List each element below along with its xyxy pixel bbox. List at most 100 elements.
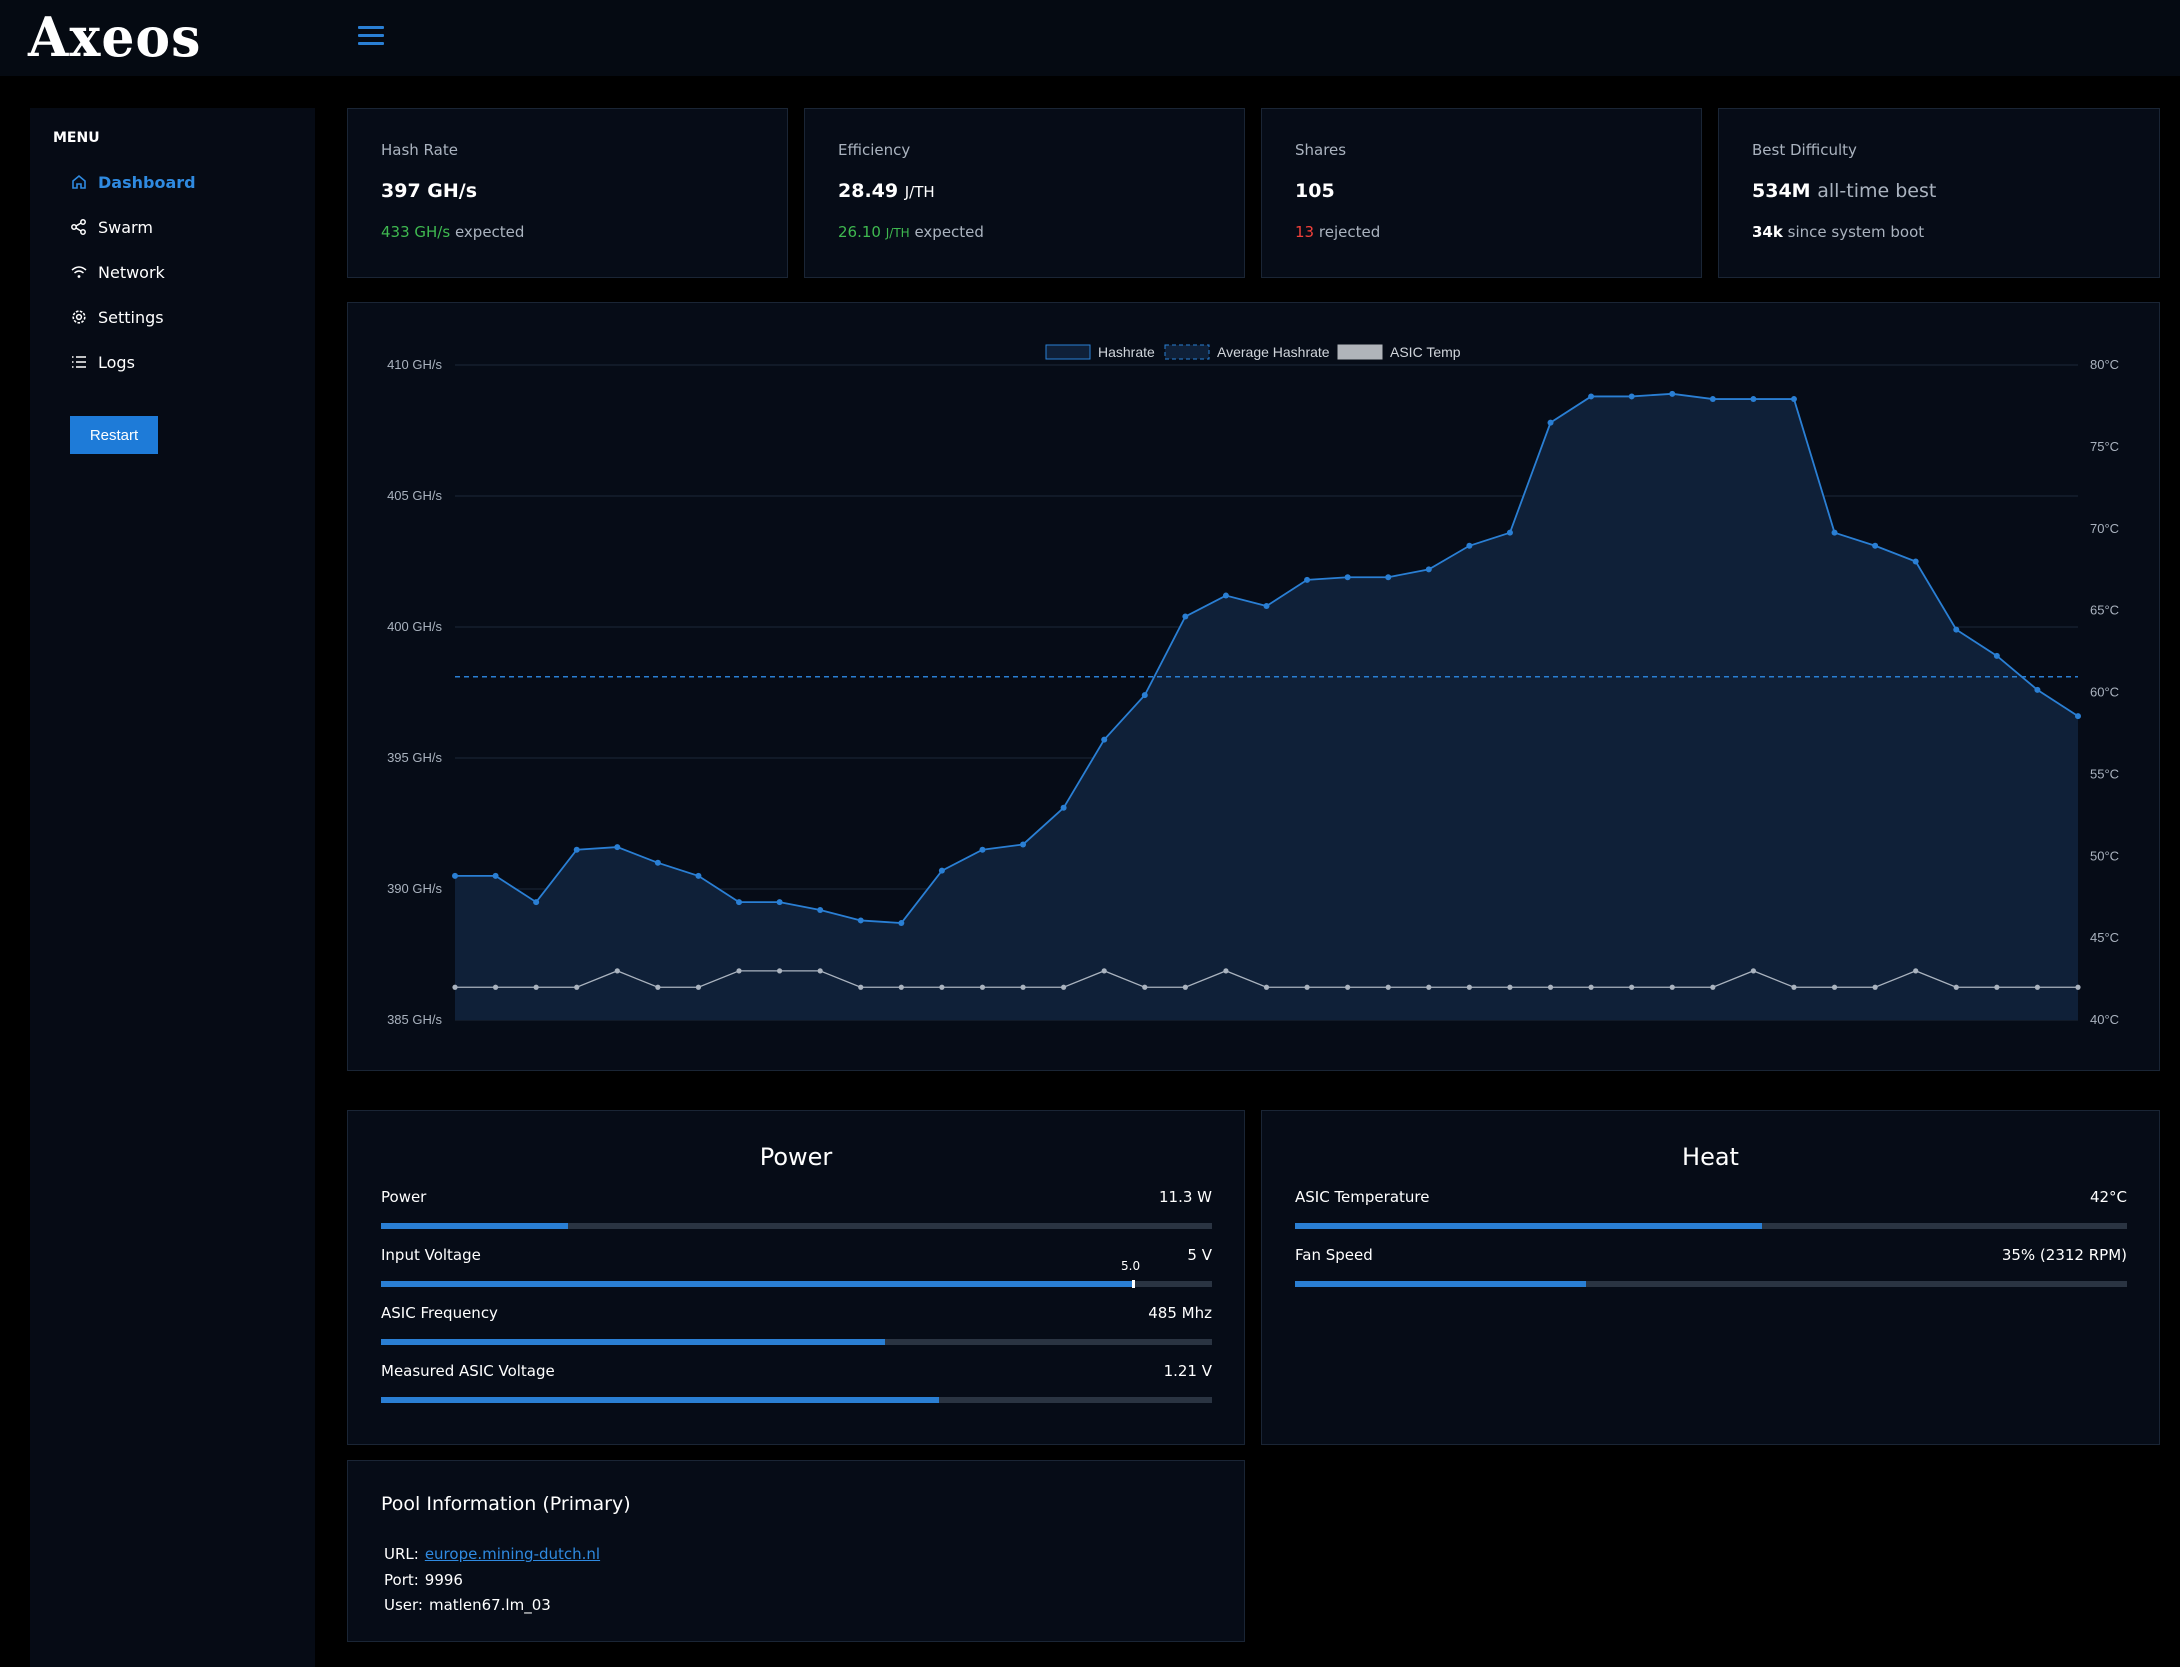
asic-voltage-bar [381,1397,1212,1403]
hashrate-point [1304,576,1311,583]
asic-frequency-value: 485 Mhz [1148,1304,1212,1322]
asic-temp-point [1263,984,1270,990]
hashrate-label: Hash Rate [381,141,458,159]
asic-temp-point [1142,984,1148,990]
asic-temp-point [1791,984,1797,990]
efficiency-value: 28.49 J/TH [838,180,935,202]
legend-swatch-average [1164,344,1210,360]
sidebar-item-swarm[interactable]: Swarm [70,212,153,242]
asic-temperature-bar [1295,1223,2127,1229]
right-axis-tick: 60°C [2090,685,2119,700]
heat-title: Heat [1682,1143,1739,1171]
asic-temp-point [858,984,864,990]
hashrate-value: 397 GH/s [381,180,478,202]
asic-temp-point [1629,984,1635,990]
hashrate-point [1385,574,1392,581]
asic-temp-point [1994,984,2000,990]
asic-temp-point [1953,984,1959,990]
asic-temp-point [939,984,945,990]
input-voltage-label: Input Voltage [381,1246,481,1264]
input-voltage-bar: 5.0 [381,1259,1212,1288]
pool-url-link[interactable]: europe.mining-dutch.nl [425,1545,600,1563]
restart-button[interactable]: Restart [70,416,158,454]
hashrate-area [455,393,2078,1020]
asic-temp-point [1345,984,1351,990]
top-bar: Axeos [0,0,2180,76]
efficiency-expected: 26.10 J/TH expected [838,223,984,241]
right-axis-tick: 65°C [2090,603,2119,618]
right-axis-tick: 50°C [2090,848,2119,863]
shares-card: Shares 105 13 rejected [1261,108,1702,278]
asic-temp-point [695,984,702,990]
asic-temp-point [1750,968,1756,974]
legend-label: Average Hashrate [1217,344,1330,360]
left-axis-tick: 400 GH/s [387,619,442,634]
shares-value: 105 [1295,180,1335,202]
hashrate-point [1790,396,1797,403]
asic-temp-point [979,984,986,990]
hashrate-point [533,899,540,906]
hashrate-point [979,846,986,853]
asic-temp-point [1020,984,1026,990]
hashrate-point [1953,626,1960,633]
hashrate-point [1628,393,1635,400]
sidebar-item-label: Dashboard [98,172,196,192]
hashrate-point [2034,686,2041,693]
right-axis-tick: 40°C [2090,1012,2119,1027]
fan-speed-bar [1295,1281,2127,1287]
sidebar-item-dashboard[interactable]: Dashboard [70,167,196,197]
hashrate-point [1506,529,1513,536]
hashrate-point [695,872,702,879]
sidebar-item-label: Settings [98,307,164,327]
hashrate-point [654,859,661,866]
menu-toggle-icon[interactable] [358,26,384,48]
hashrate-point [1344,574,1351,581]
sidebar-item-settings[interactable]: Settings [70,302,164,332]
asic-temp-point [614,968,620,974]
asic-temp-point [898,984,904,990]
asic-temp-point [1872,984,1878,990]
right-axis-tick: 70°C [2090,521,2119,536]
hashrate-card: Hash Rate 397 GH/s 433 GH/s expected [347,108,788,278]
asic-temp-point [1913,968,1919,974]
hashrate-point [776,899,783,906]
left-axis-tick: 395 GH/s [387,750,442,765]
pool-title: Pool Information (Primary) [381,1493,631,1515]
input-voltage-marker-label: 5.0 [1121,1259,1141,1273]
power-title: Power [759,1143,833,1171]
sidebar-item-label: Network [98,262,165,282]
hashrate-point [1263,603,1270,610]
fan-speed-value: 35% (2312 RPM) [2001,1246,2127,1264]
legend-label: Hashrate [1098,344,1155,360]
asic-temperature-label: ASIC Temperature [1295,1188,1430,1206]
power-panel: Power Power 11.3 W Input Voltage 5 V 5.0… [347,1110,1245,1445]
pool-user-row: User: matlen67.lm_03 [384,1596,551,1614]
right-axis-tick: 75°C [2090,439,2119,454]
asic-temp-point [1182,984,1188,990]
menu-title: MENU [53,130,100,146]
power-label: Power [381,1188,427,1206]
hashrate-expected: 433 GH/s expected [381,223,525,241]
asic-temp-point [1547,984,1554,990]
left-axis-tick: 405 GH/s [387,488,442,503]
right-axis-tick: 45°C [2090,930,2119,945]
fan-speed-label: Fan Speed [1295,1246,1373,1264]
hashrate-point [736,899,743,906]
sidebar: MENU Dashboard Swarm Network Settings Lo… [30,108,315,1667]
asic-temp-point [1385,984,1391,990]
sidebar-item-network[interactable]: Network [70,257,165,287]
asic-temp-point [777,968,783,974]
asic-temp-point [655,984,661,990]
sidebar-item-logs[interactable]: Logs [70,347,135,377]
asic-temperature-value: 42°C [2089,1188,2127,1206]
asic-frequency-bar [381,1339,1212,1345]
input-voltage-value: 5 V [1187,1246,1212,1264]
hashrate-point [1425,566,1432,573]
hashrate-point [938,867,945,874]
list-icon [70,353,88,371]
hashrate-point [1466,542,1473,549]
asic-temp-point [1831,984,1838,990]
sidebar-item-label: Swarm [98,217,153,237]
asic-temp-point [1669,984,1675,990]
hashrate-chart: 410 GH/s 405 GH/s 400 GH/s 395 GH/s 390 GH/s… [387,344,2119,1027]
